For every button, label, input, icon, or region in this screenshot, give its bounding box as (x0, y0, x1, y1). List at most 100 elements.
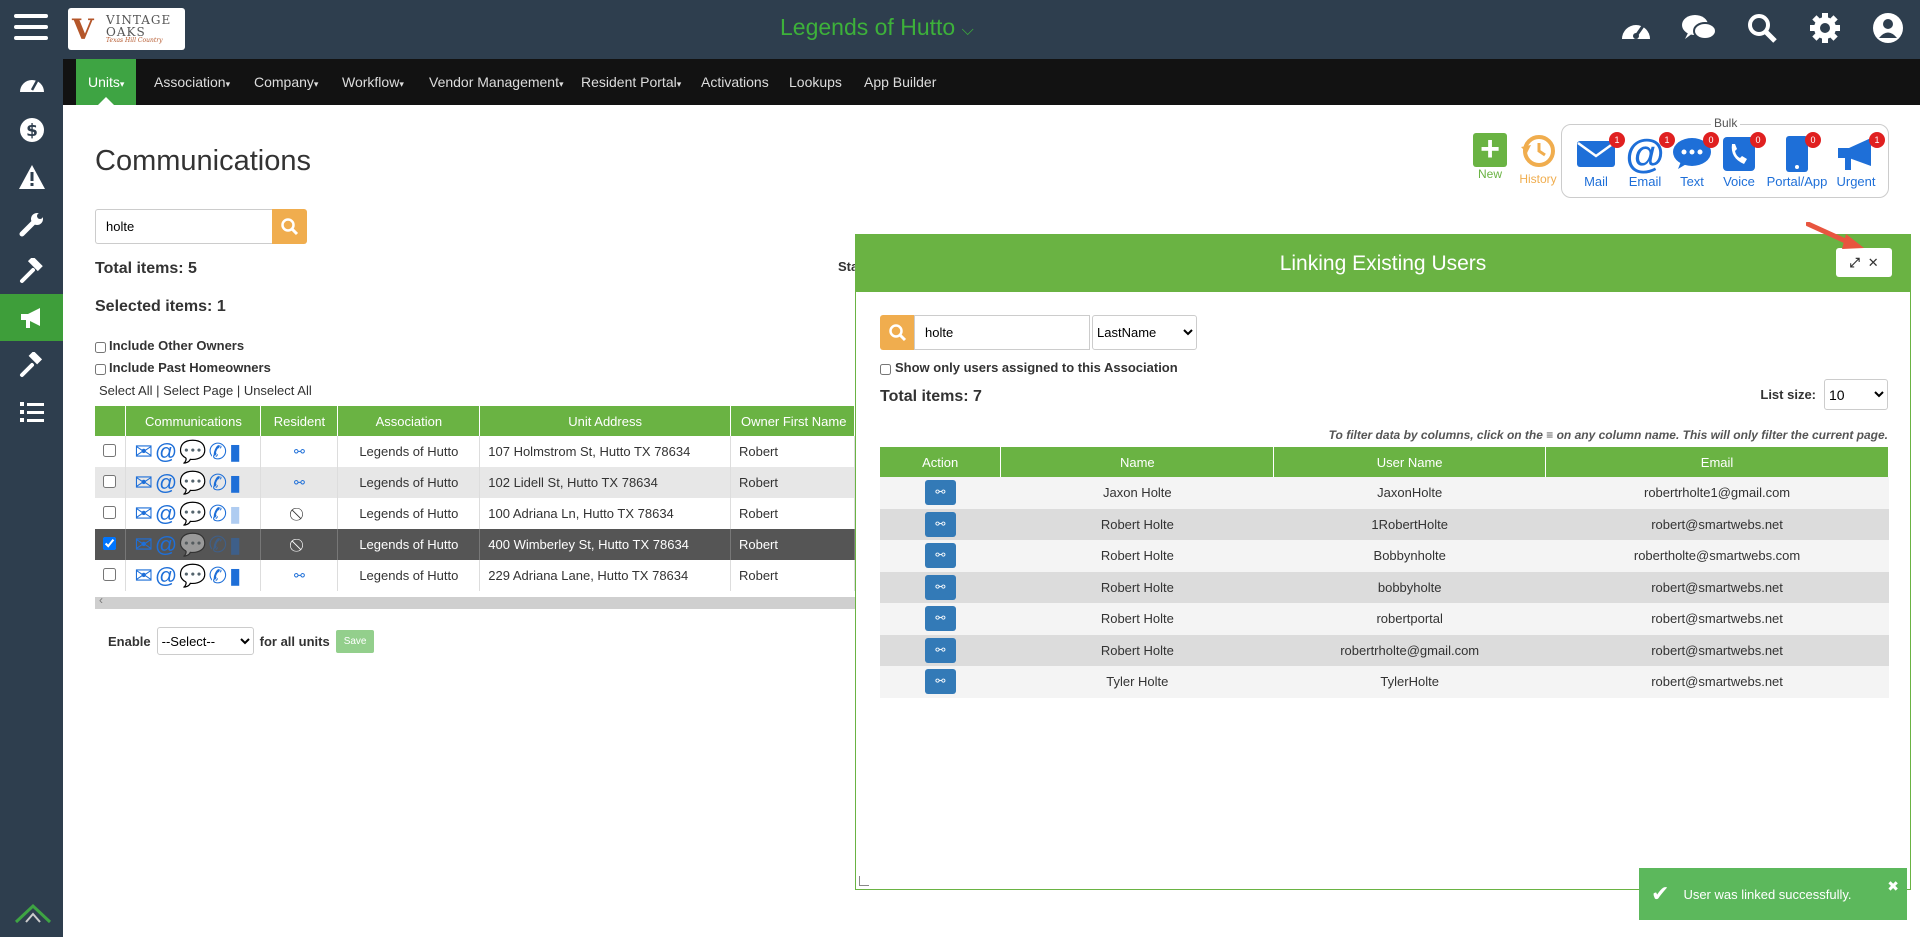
link-user-button[interactable]: ⚯ (924, 606, 956, 632)
link-user-button[interactable]: ⚯ (924, 511, 956, 537)
unselect-all-link[interactable]: Unselect All (244, 383, 312, 398)
expand-icon[interactable]: ⤢ (1849, 255, 1859, 271)
hamburger-menu-icon[interactable] (14, 14, 48, 44)
menu-workflow[interactable]: Workflow▾ (342, 59, 404, 105)
portal-icon[interactable]: ▮ (229, 564, 241, 587)
column-header[interactable]: Action (880, 447, 1002, 477)
column-header[interactable]: Communications (125, 406, 262, 436)
email-icon[interactable]: @ (155, 471, 177, 494)
row-checkbox[interactable] (103, 443, 116, 457)
bulk-voice-button[interactable]: 0 Voice (1718, 132, 1766, 189)
link-user-button[interactable]: ⚯ (924, 637, 956, 663)
save-button[interactable]: Save (335, 629, 375, 653)
sidebar-gavel-icon[interactable] (0, 341, 63, 388)
portal-icon[interactable]: ▮ (229, 471, 241, 494)
menu-activations[interactable]: Activations (701, 59, 769, 105)
table-horizontal-scrollbar[interactable] (95, 593, 855, 609)
column-header[interactable]: Resident (260, 406, 339, 436)
portal-icon[interactable]: ▮ (229, 502, 241, 525)
resident-link-icon[interactable]: ⚯ (260, 467, 339, 498)
voice-icon[interactable]: ✆ (209, 502, 227, 525)
search-icon[interactable] (1744, 10, 1780, 46)
menu-units[interactable]: Units▾ (76, 59, 137, 105)
dashboard-icon[interactable] (1618, 10, 1654, 46)
link-user-button[interactable]: ⚯ (924, 543, 956, 569)
list-size-select[interactable]: 10 (1824, 379, 1888, 410)
text-icon[interactable]: 💬 (179, 502, 206, 525)
table-row[interactable]: ✉ @ 💬 ✆ ▮ ⚯ Legends of Hutto 107 Holmstrom S… (95, 436, 856, 467)
text-icon[interactable]: 💬 (179, 471, 206, 494)
menu-association[interactable]: Association▾ (154, 59, 230, 105)
new-button[interactable]: + New (1471, 132, 1509, 181)
include-past-homeowners-checkbox[interactable] (95, 363, 106, 375)
sidebar-hammer-icon[interactable] (0, 247, 63, 294)
sidebar-megaphone-icon[interactable] (0, 294, 63, 341)
resident-link-icon[interactable]: ⚯ (260, 436, 339, 467)
gear-icon[interactable] (1807, 10, 1843, 46)
row-checkbox[interactable] (103, 567, 116, 581)
column-header[interactable]: Owner First Name (730, 406, 856, 436)
vintage-oaks-logo[interactable]: V VINTAGE OAKS Texas Hill Country (68, 8, 185, 50)
menu-app-builder[interactable]: App Builder (864, 59, 936, 105)
history-button[interactable]: History (1517, 133, 1559, 186)
sidebar-checklist-icon[interactable] (0, 388, 63, 435)
text-icon[interactable]: 💬 (179, 440, 206, 463)
modal-search-input[interactable] (914, 315, 1090, 350)
close-icon[interactable]: ✕ (1868, 255, 1879, 271)
email-icon[interactable]: @ (155, 533, 177, 556)
menu-company[interactable]: Company▾ (254, 59, 318, 105)
text-icon[interactable]: 💬 (179, 564, 206, 587)
bulk-email-button[interactable]: @1 Email (1621, 132, 1675, 189)
row-checkbox[interactable] (103, 474, 116, 488)
sidebar-warning-icon[interactable] (0, 153, 63, 200)
user-icon[interactable] (1870, 10, 1906, 46)
select-page-link[interactable]: Select Page (163, 383, 233, 398)
show-only-assigned-checkbox[interactable] (880, 363, 891, 375)
column-header[interactable]: User Name (1273, 447, 1547, 477)
column-header[interactable]: Email (1545, 447, 1889, 477)
enable-select[interactable]: --Select-- (156, 627, 254, 655)
bulk-portal-app-button[interactable]: 0 Portal/App (1765, 132, 1829, 189)
menu-vendor-management[interactable]: Vendor Management▾ (429, 59, 564, 105)
portal-icon[interactable]: ▮ (229, 533, 241, 556)
mail-icon[interactable]: ✉ (134, 564, 152, 587)
voice-icon[interactable]: ✆ (209, 564, 227, 587)
close-icon[interactable]: ✖ (1887, 878, 1899, 895)
home-icon[interactable] (14, 900, 52, 931)
sidebar-dashboard-icon[interactable] (0, 59, 63, 106)
table-row[interactable]: ✉ @ 💬 ✆ ▮ ⚯ Legends of Hutto 102 Lidell St, … (95, 467, 856, 498)
bulk-urgent-button[interactable]: 1 Urgent (1833, 132, 1885, 189)
select-all-link[interactable]: Select All (99, 383, 152, 398)
menu-lookups[interactable]: Lookups (789, 59, 842, 105)
sidebar-dollar-icon[interactable]: $ (0, 106, 63, 153)
portal-icon[interactable]: ▮ (229, 440, 241, 463)
mail-icon[interactable]: ✉ (134, 440, 152, 463)
voice-icon[interactable]: ✆ (209, 471, 227, 494)
voice-icon[interactable]: ✆ (209, 440, 227, 463)
email-icon[interactable]: @ (155, 564, 177, 587)
mail-icon[interactable]: ✉ (134, 471, 152, 494)
mail-icon[interactable]: ✉ (134, 502, 152, 525)
table-row[interactable]: ✉@💬✆▮ ⃠ Legends of Hutto 100 Adriana Ln,… (95, 498, 856, 529)
mail-icon[interactable]: ✉ (134, 533, 152, 556)
link-user-button[interactable]: ⚯ (924, 574, 956, 600)
bulk-text-button[interactable]: 0 Text (1671, 132, 1719, 189)
column-header[interactable]: Unit Address (479, 406, 731, 436)
link-user-button[interactable]: ⚯ (924, 669, 956, 695)
column-header[interactable]: Name (1000, 447, 1275, 477)
chat-icon[interactable] (1681, 10, 1717, 46)
search-field-select[interactable]: LastName (1092, 315, 1197, 350)
table-row-selected[interactable]: ✉@💬✆▮ ⃠ Legends of Hutto 400 Wimberley S… (95, 529, 856, 560)
link-user-button[interactable]: ⚯ (924, 480, 956, 506)
resident-link-icon[interactable]: ⚯ (260, 560, 339, 591)
text-icon[interactable]: 💬 (179, 533, 206, 556)
association-switcher[interactable]: Legends of Hutto ⌵ (780, 14, 974, 41)
menu-resident-portal[interactable]: Resident Portal▾ (581, 59, 681, 105)
modal-search-button[interactable] (880, 315, 915, 350)
include-other-owners-checkbox[interactable] (95, 341, 106, 353)
table-row[interactable]: ✉ @ 💬 ✆ ▮ ⚯ Legends of Hutto 229 Adriana Lan… (95, 560, 856, 591)
unit-search-button[interactable] (272, 209, 307, 244)
email-icon[interactable]: @ (155, 502, 177, 525)
resize-handle[interactable] (859, 876, 869, 886)
row-checkbox[interactable] (103, 536, 116, 550)
